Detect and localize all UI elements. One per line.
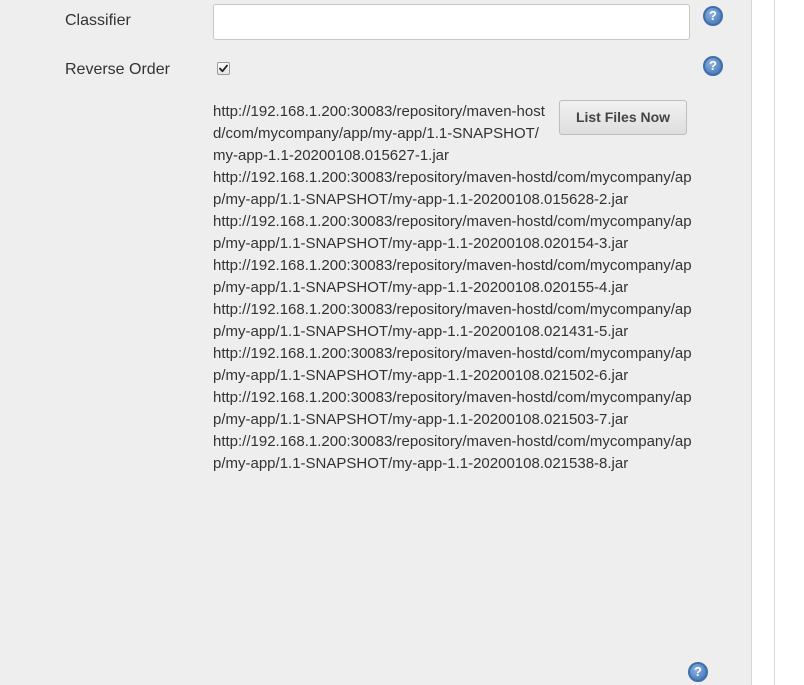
reverse-order-checkbox[interactable] (217, 62, 230, 75)
file-list-item: http://192.168.1.200:30083/repository/ma… (213, 433, 692, 472)
file-list: http://192.168.1.200:30083/repository/ma… (213, 101, 693, 475)
right-divider (774, 0, 775, 685)
file-list-item: http://192.168.1.200:30083/repository/ma… (213, 301, 692, 340)
reverse-order-help-icon[interactable]: ? (703, 56, 723, 76)
classifier-input[interactable] (213, 4, 690, 40)
file-list-item: http://192.168.1.200:30083/repository/ma… (213, 103, 545, 164)
reverse-order-label: Reverse Order (65, 61, 170, 78)
file-list-item: http://192.168.1.200:30083/repository/ma… (213, 389, 692, 428)
classifier-label: Classifier (65, 12, 131, 29)
file-list-item: http://192.168.1.200:30083/repository/ma… (213, 213, 692, 252)
config-panel: Classifier ? Reverse Order ? http://192.… (0, 0, 752, 685)
list-files-now-button[interactable]: List Files Now (559, 100, 687, 135)
right-gutter (752, 0, 774, 685)
file-list-item: http://192.168.1.200:30083/repository/ma… (213, 345, 692, 384)
file-list-help-icon[interactable]: ? (688, 662, 708, 682)
file-list-item: http://192.168.1.200:30083/repository/ma… (213, 169, 692, 208)
file-list-item: http://192.168.1.200:30083/repository/ma… (213, 257, 692, 296)
checkmark-icon (219, 64, 228, 73)
classifier-help-icon[interactable]: ? (703, 6, 723, 26)
